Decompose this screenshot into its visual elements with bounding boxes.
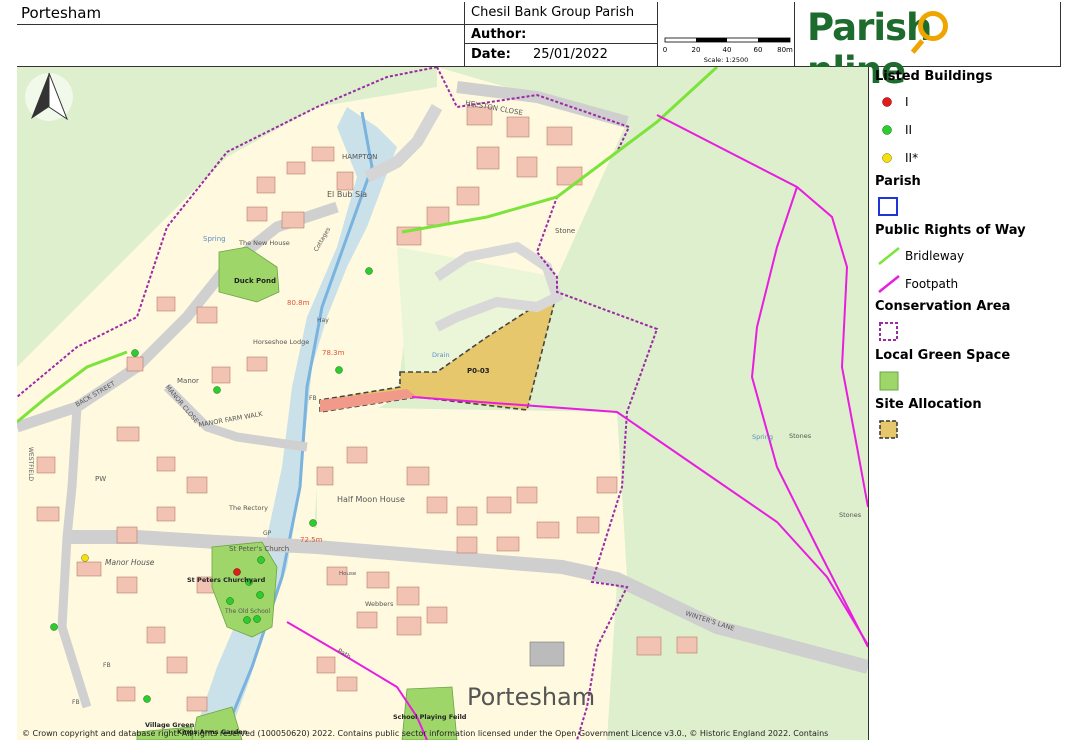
bridleway-swatch — [878, 247, 900, 265]
label-gp: GP — [263, 530, 272, 537]
map-title-place: Portesham — [17, 2, 465, 25]
date-value: 25/01/2022 — [533, 47, 608, 62]
label-spring-1: Spring — [203, 235, 226, 243]
scale-tick-0: 0 — [663, 46, 667, 54]
scale-tick-60: 60 — [754, 46, 763, 54]
parish-name-cell: Chesil Bank Group Parish — [465, 2, 658, 25]
label-half-moon-house: Half Moon House — [337, 495, 405, 504]
title-blank-cell — [17, 25, 465, 67]
scale-tick-20: 20 — [692, 46, 701, 54]
listed-grade-ii-star-marker[interactable] — [81, 554, 89, 562]
scale-bar: 0 20 40 60 80m Scale: 1:2500 — [658, 2, 795, 67]
legend-grade-i: I — [905, 95, 909, 109]
label-portesham: Portesham — [467, 683, 595, 711]
label-school-playing-field: School Playing Feild — [393, 713, 467, 721]
label-duck-pond: Duck Pond — [234, 277, 276, 285]
author-label: Author: — [471, 27, 527, 42]
logo-text-left: Parish — [807, 6, 932, 49]
label-horseshoe-lodge: Horseshoe Lodge — [253, 338, 309, 346]
site-allocation-swatch — [879, 420, 898, 439]
legend-grade-ii-star: II* — [905, 151, 919, 165]
label-fb-2: FB — [103, 662, 111, 669]
parish-name: Chesil Bank Group Parish — [471, 5, 635, 20]
label-el-bub-sia: El Bub Sia — [327, 190, 367, 199]
label-house: House — [339, 571, 357, 577]
green-space-swatch — [879, 371, 899, 391]
scale-bar-graphic: 0 20 40 60 80m Scale: 1:2500 — [663, 37, 793, 64]
scale-tick-80: 80m — [777, 46, 793, 54]
label-st-peters-churchyard: St Peters Churchyard — [187, 576, 266, 584]
legend-panel: Listed Buildings I II II* Parish Public … — [868, 67, 1061, 740]
legend-heading-listed-buildings: Listed Buildings — [875, 69, 993, 84]
grade-i-swatch — [882, 97, 892, 107]
label-pw: PW — [95, 475, 106, 483]
listed-grade-i-marker[interactable] — [233, 568, 241, 576]
label-hampton: HAMPTON — [342, 153, 377, 161]
label-fb-3: FB — [72, 699, 80, 706]
map-canvas[interactable]: HELSTON CLOSE HAMPTON El Bub Sia Spring … — [17, 67, 868, 740]
label-stones-2: Stones — [839, 511, 862, 519]
date-cell: Date: 25/01/2022 — [465, 44, 658, 67]
legend-heading-prow: Public Rights of Way — [875, 223, 1026, 238]
north-arrow-icon — [25, 72, 73, 121]
legend-footpath: Footpath — [905, 277, 959, 291]
map-svg[interactable]: HELSTON CLOSE HAMPTON El Bub Sia Spring … — [17, 67, 868, 740]
label-the-rectory: The Rectory — [228, 504, 268, 512]
legend-bridleway: Bridleway — [905, 249, 965, 263]
footpath-swatch — [878, 275, 900, 293]
label-fb-1: FB — [309, 395, 317, 402]
place-name: Portesham — [21, 4, 102, 22]
scale-tick-40: 40 — [723, 46, 732, 54]
legend-heading-conservation: Conservation Area — [875, 299, 1011, 314]
label-elevation-3: 72.5m — [300, 536, 323, 544]
conservation-swatch — [879, 322, 898, 341]
grade-ii-swatch — [882, 125, 892, 135]
label-stone: Stone — [555, 227, 575, 235]
label-westfield: WESTFIELD — [27, 447, 34, 482]
label-p003: P0-03 — [467, 367, 490, 375]
label-webbers: Webbers — [365, 600, 394, 608]
parish-online-logo: Parishnline — [795, 2, 1061, 92]
label-elevation-1: 80.8m — [287, 299, 310, 307]
date-label: Date: — [471, 47, 511, 62]
author-cell: Author: — [465, 25, 658, 44]
label-spring-2: Spring — [752, 433, 773, 441]
label-manor-house: Manor House — [105, 558, 155, 567]
scale-text: Scale: 1:2500 — [704, 56, 749, 64]
label-manor: Manor — [177, 377, 199, 385]
label-the-old-school: The Old School — [224, 608, 270, 615]
label-the-new-house: The New House — [238, 239, 290, 247]
magnifier-icon — [918, 11, 948, 41]
grade-ii-star-swatch — [882, 153, 892, 163]
label-stones-1: Stones — [789, 432, 812, 440]
copyright-notice: © Crown copyright and database right. Al… — [22, 729, 829, 738]
legend-grade-ii: II — [905, 123, 913, 137]
parish-swatch — [878, 197, 898, 216]
grey-building — [529, 641, 565, 667]
label-hay: Hay — [317, 317, 329, 324]
label-elevation-2: 78.3m — [322, 349, 345, 357]
label-st-peters-church: St Peter's Church — [229, 545, 289, 553]
legend-heading-site-allocation: Site Allocation — [875, 397, 982, 412]
label-drain: Drain — [432, 351, 450, 359]
legend-heading-green-space: Local Green Space — [875, 348, 1011, 363]
legend-heading-parish: Parish — [875, 174, 921, 189]
